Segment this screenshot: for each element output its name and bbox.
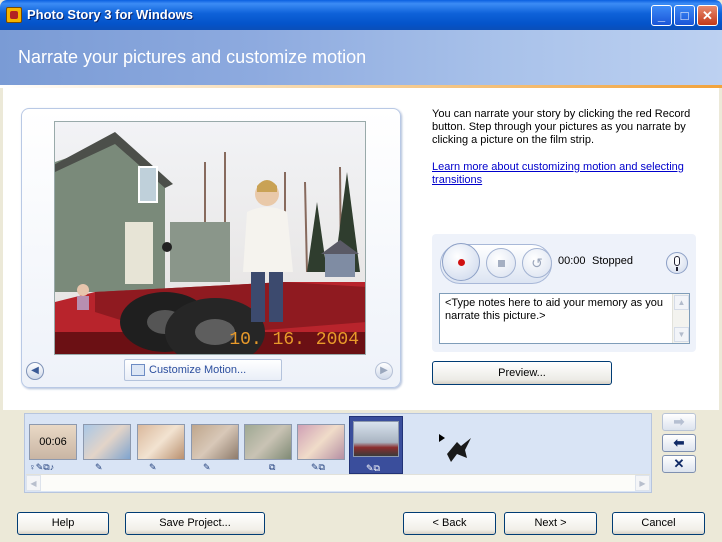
thumbnail-duration: 00:06 <box>39 436 67 448</box>
narration-notes-text[interactable]: <Type notes here to aid your memory as y… <box>445 297 671 323</box>
scroll-up-icon[interactable]: ▲ <box>674 295 689 310</box>
next-button[interactable]: Next > <box>504 512 597 535</box>
move-picture-right-button[interactable]: ➡ <box>662 413 696 431</box>
app-icon <box>6 7 22 23</box>
narration-recorder: ↺ 00:00 Stopped <Type notes here to aid … <box>432 234 696 352</box>
thumbnail-icons: ✎ <box>203 462 211 472</box>
maximize-button[interactable]: □ <box>674 5 695 26</box>
film-strip-thumbnail[interactable] <box>137 424 185 460</box>
film-strip: 00:06 ♀✎⧉♪ ✎ ✎ ✎ ⧉ ✎⧉ ✎⧉ ◀ ▶ <box>24 413 652 493</box>
customize-motion-label: Customize Motion... <box>149 364 247 376</box>
help-button[interactable]: Help <box>17 512 109 535</box>
selected-thumbnail[interactable]: ✎⧉ <box>349 416 403 474</box>
recording-time: 00:00 <box>558 255 586 267</box>
previous-picture-button[interactable]: ◀ <box>26 362 44 380</box>
scroll-right-icon[interactable]: ▶ <box>635 475 650 491</box>
film-strip-thumbnail[interactable] <box>353 421 399 457</box>
record-button[interactable] <box>442 243 480 281</box>
preview-panel: 10. 16. 2004 ◀ Customize Motion... ▶ <box>21 108 401 388</box>
record-icon <box>458 259 465 266</box>
microphone-settings-button[interactable] <box>666 252 688 274</box>
preview-image: 10. 16. 2004 <box>54 121 366 355</box>
customize-motion-button[interactable]: Customize Motion... <box>124 359 282 381</box>
title-bar: Photo Story 3 for Windows _ □ ✕ <box>0 0 722 30</box>
scroll-down-icon[interactable]: ▼ <box>674 327 689 342</box>
scroll-left-icon[interactable]: ◀ <box>26 475 41 491</box>
film-strip-thumbnail[interactable] <box>191 424 239 460</box>
thumbnail-icons: ⧉ <box>269 462 276 472</box>
film-strip-thumbnail[interactable] <box>297 424 345 460</box>
minimize-button[interactable]: _ <box>651 5 672 26</box>
thumbnail-icons: ✎ <box>95 462 103 472</box>
busy-cursor-icon <box>439 434 471 462</box>
stop-button[interactable] <box>486 248 516 278</box>
microphone-stand <box>676 267 678 271</box>
main-content: 10. 16. 2004 ◀ Customize Motion... ▶ You… <box>3 88 719 410</box>
film-strip-scrollbar[interactable]: ◀ ▶ <box>26 474 650 491</box>
thumbnail-icons: ♀✎⧉♪ <box>29 462 55 472</box>
film-strip-thumbnail[interactable] <box>244 424 292 460</box>
page-header: Narrate your pictures and customize moti… <box>0 30 722 86</box>
narration-notes-field[interactable]: <Type notes here to aid your memory as y… <box>439 293 690 344</box>
film-strip-thumbnail[interactable]: 00:06 <box>29 424 77 460</box>
window-title: Photo Story 3 for Windows <box>27 7 193 22</box>
thumbnail-icons: ✎⧉ <box>311 462 325 472</box>
page-title: Narrate your pictures and customize moti… <box>18 47 367 67</box>
move-picture-left-button[interactable]: ⬅ <box>662 434 696 452</box>
film-strip-thumbnail[interactable] <box>83 424 131 460</box>
save-project-button[interactable]: Save Project... <box>125 512 265 535</box>
photo-date-stamp: 10. 16. 2004 <box>229 330 359 350</box>
preview-photo-illustration <box>55 122 365 354</box>
delete-narration-button[interactable]: ↺ <box>522 248 552 278</box>
close-button[interactable]: ✕ <box>697 5 718 26</box>
microphone-icon <box>674 256 680 266</box>
recording-status: Stopped <box>592 255 633 267</box>
preview-button[interactable]: Preview... <box>432 361 612 385</box>
notes-scrollbar[interactable]: ▲ ▼ <box>672 294 689 343</box>
learn-more-link[interactable]: Learn more about customizing motion and … <box>432 161 704 187</box>
stop-icon <box>498 260 505 267</box>
customize-motion-icon <box>131 364 145 376</box>
next-picture-button[interactable]: ▶ <box>375 362 393 380</box>
remove-picture-button[interactable]: ✕ <box>662 455 696 473</box>
thumbnail-icons: ✎ <box>149 462 157 472</box>
instructions-text: You can narrate your story by clicking t… <box>432 108 691 146</box>
thumbnail-icons: ✎⧉ <box>366 463 380 473</box>
back-button[interactable]: < Back <box>403 512 496 535</box>
cancel-button[interactable]: Cancel <box>612 512 705 535</box>
